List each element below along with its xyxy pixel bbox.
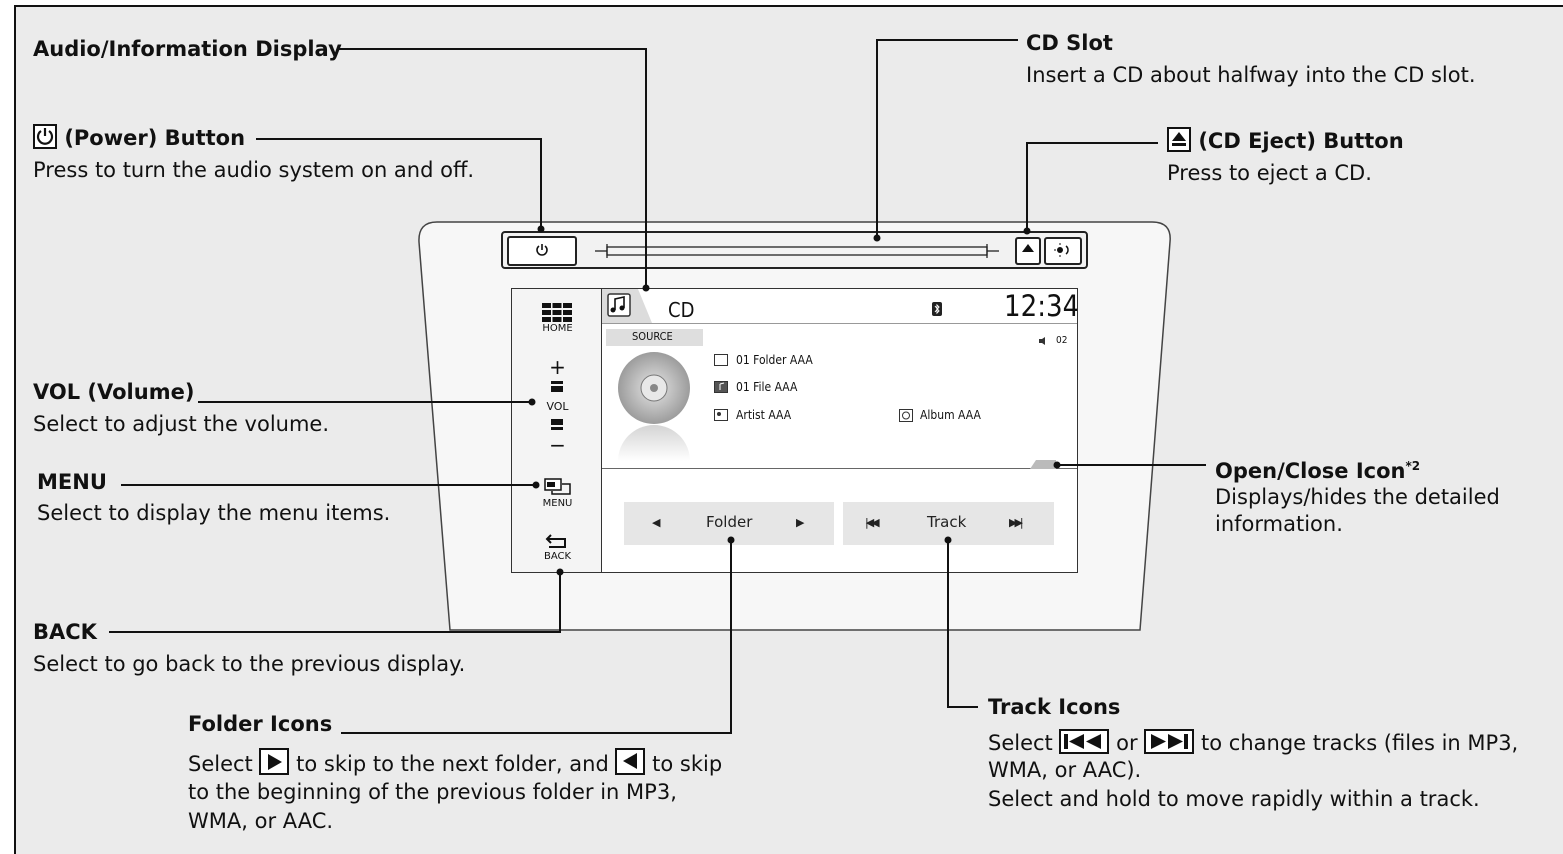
eject-button-title: (CD Eject) Button: [1167, 127, 1404, 156]
eject-button-desc: Press to eject a CD.: [1167, 161, 1372, 185]
track-icons-desc-line2: WMA, or AAC).: [988, 758, 1142, 782]
folder-icons-title: Folder Icons: [188, 712, 333, 736]
folder-desc-skip: to skip: [652, 752, 723, 776]
folder-icons-desc-line3: WMA, or AAC.: [188, 809, 334, 833]
menu-title: MENU: [37, 470, 107, 494]
play-left-icon: [615, 748, 646, 775]
open-close-title: Open/Close Icon*2: [1215, 452, 1420, 486]
folder-icons-desc-line1: Select to skip to the next folder, and t…: [188, 748, 722, 779]
eject-button-title-text: (CD Eject) Button: [1198, 129, 1404, 153]
track-desc-or: or: [1116, 731, 1138, 755]
cd-slot-desc: Insert a CD about halfway into the CD sl…: [1026, 63, 1476, 87]
power-button-desc: Press to turn the audio system on and of…: [33, 158, 475, 182]
power-icon: [33, 124, 57, 149]
track-desc-change: to change tracks (files in MP3,: [1201, 731, 1519, 755]
play-right-icon: [259, 748, 290, 775]
track-icons-desc-line3: Select and hold to move rapidly within a…: [988, 787, 1480, 811]
eject-icon: [1167, 127, 1191, 152]
open-close-desc-line1: Displays/hides the detailed: [1215, 485, 1500, 509]
audio-display-title: Audio/Information Display: [33, 37, 342, 61]
volume-title: VOL (Volume): [33, 380, 195, 404]
power-button-title: (Power) Button: [33, 124, 245, 153]
folder-desc-next: to skip to the next folder, and: [296, 752, 609, 776]
footnote-mark: *2: [1405, 459, 1421, 473]
back-desc: Select to go back to the previous displa…: [33, 652, 466, 676]
track-desc-select: Select: [988, 731, 1053, 755]
open-close-desc-line2: information.: [1215, 512, 1343, 536]
menu-desc: Select to display the menu items.: [37, 501, 391, 525]
back-title: BACK: [33, 620, 97, 644]
cd-slot-title: CD Slot: [1026, 31, 1113, 55]
track-icons-desc-line1: Select or to change tracks (files in MP3…: [988, 729, 1518, 758]
track-icons-title: Track Icons: [988, 695, 1121, 719]
folder-desc-select: Select: [188, 752, 253, 776]
skip-forward-icon: [1144, 729, 1195, 754]
skip-back-icon: [1059, 729, 1110, 754]
volume-desc: Select to adjust the volume.: [33, 412, 330, 436]
open-close-title-text: Open/Close Icon: [1215, 459, 1406, 483]
folder-icons-desc-line2: to the beginning of the previous folder …: [188, 780, 677, 804]
power-button-title-text: (Power) Button: [64, 126, 246, 150]
